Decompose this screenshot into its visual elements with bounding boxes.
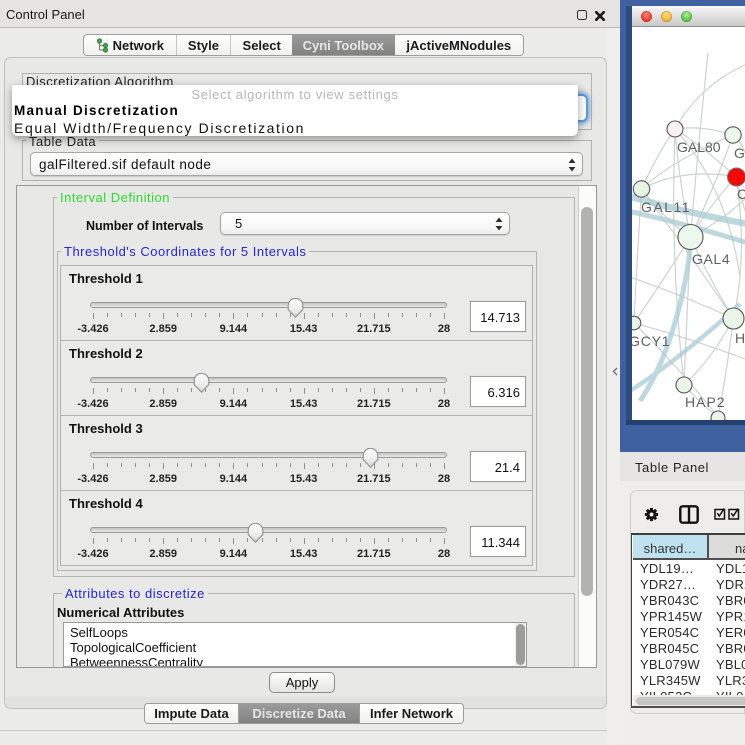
svg-text:GA: GA bbox=[734, 145, 745, 161]
svg-text:GAL11: GAL11 bbox=[641, 199, 691, 215]
svg-text:H: H bbox=[735, 330, 745, 346]
svg-text:GAL4: GAL4 bbox=[692, 251, 730, 267]
svg-text:GAL80: GAL80 bbox=[677, 139, 721, 155]
svg-text:HAP2: HAP2 bbox=[685, 394, 726, 410]
svg-text:GCY1: GCY1 bbox=[632, 333, 670, 349]
svg-text:C: C bbox=[737, 186, 745, 202]
